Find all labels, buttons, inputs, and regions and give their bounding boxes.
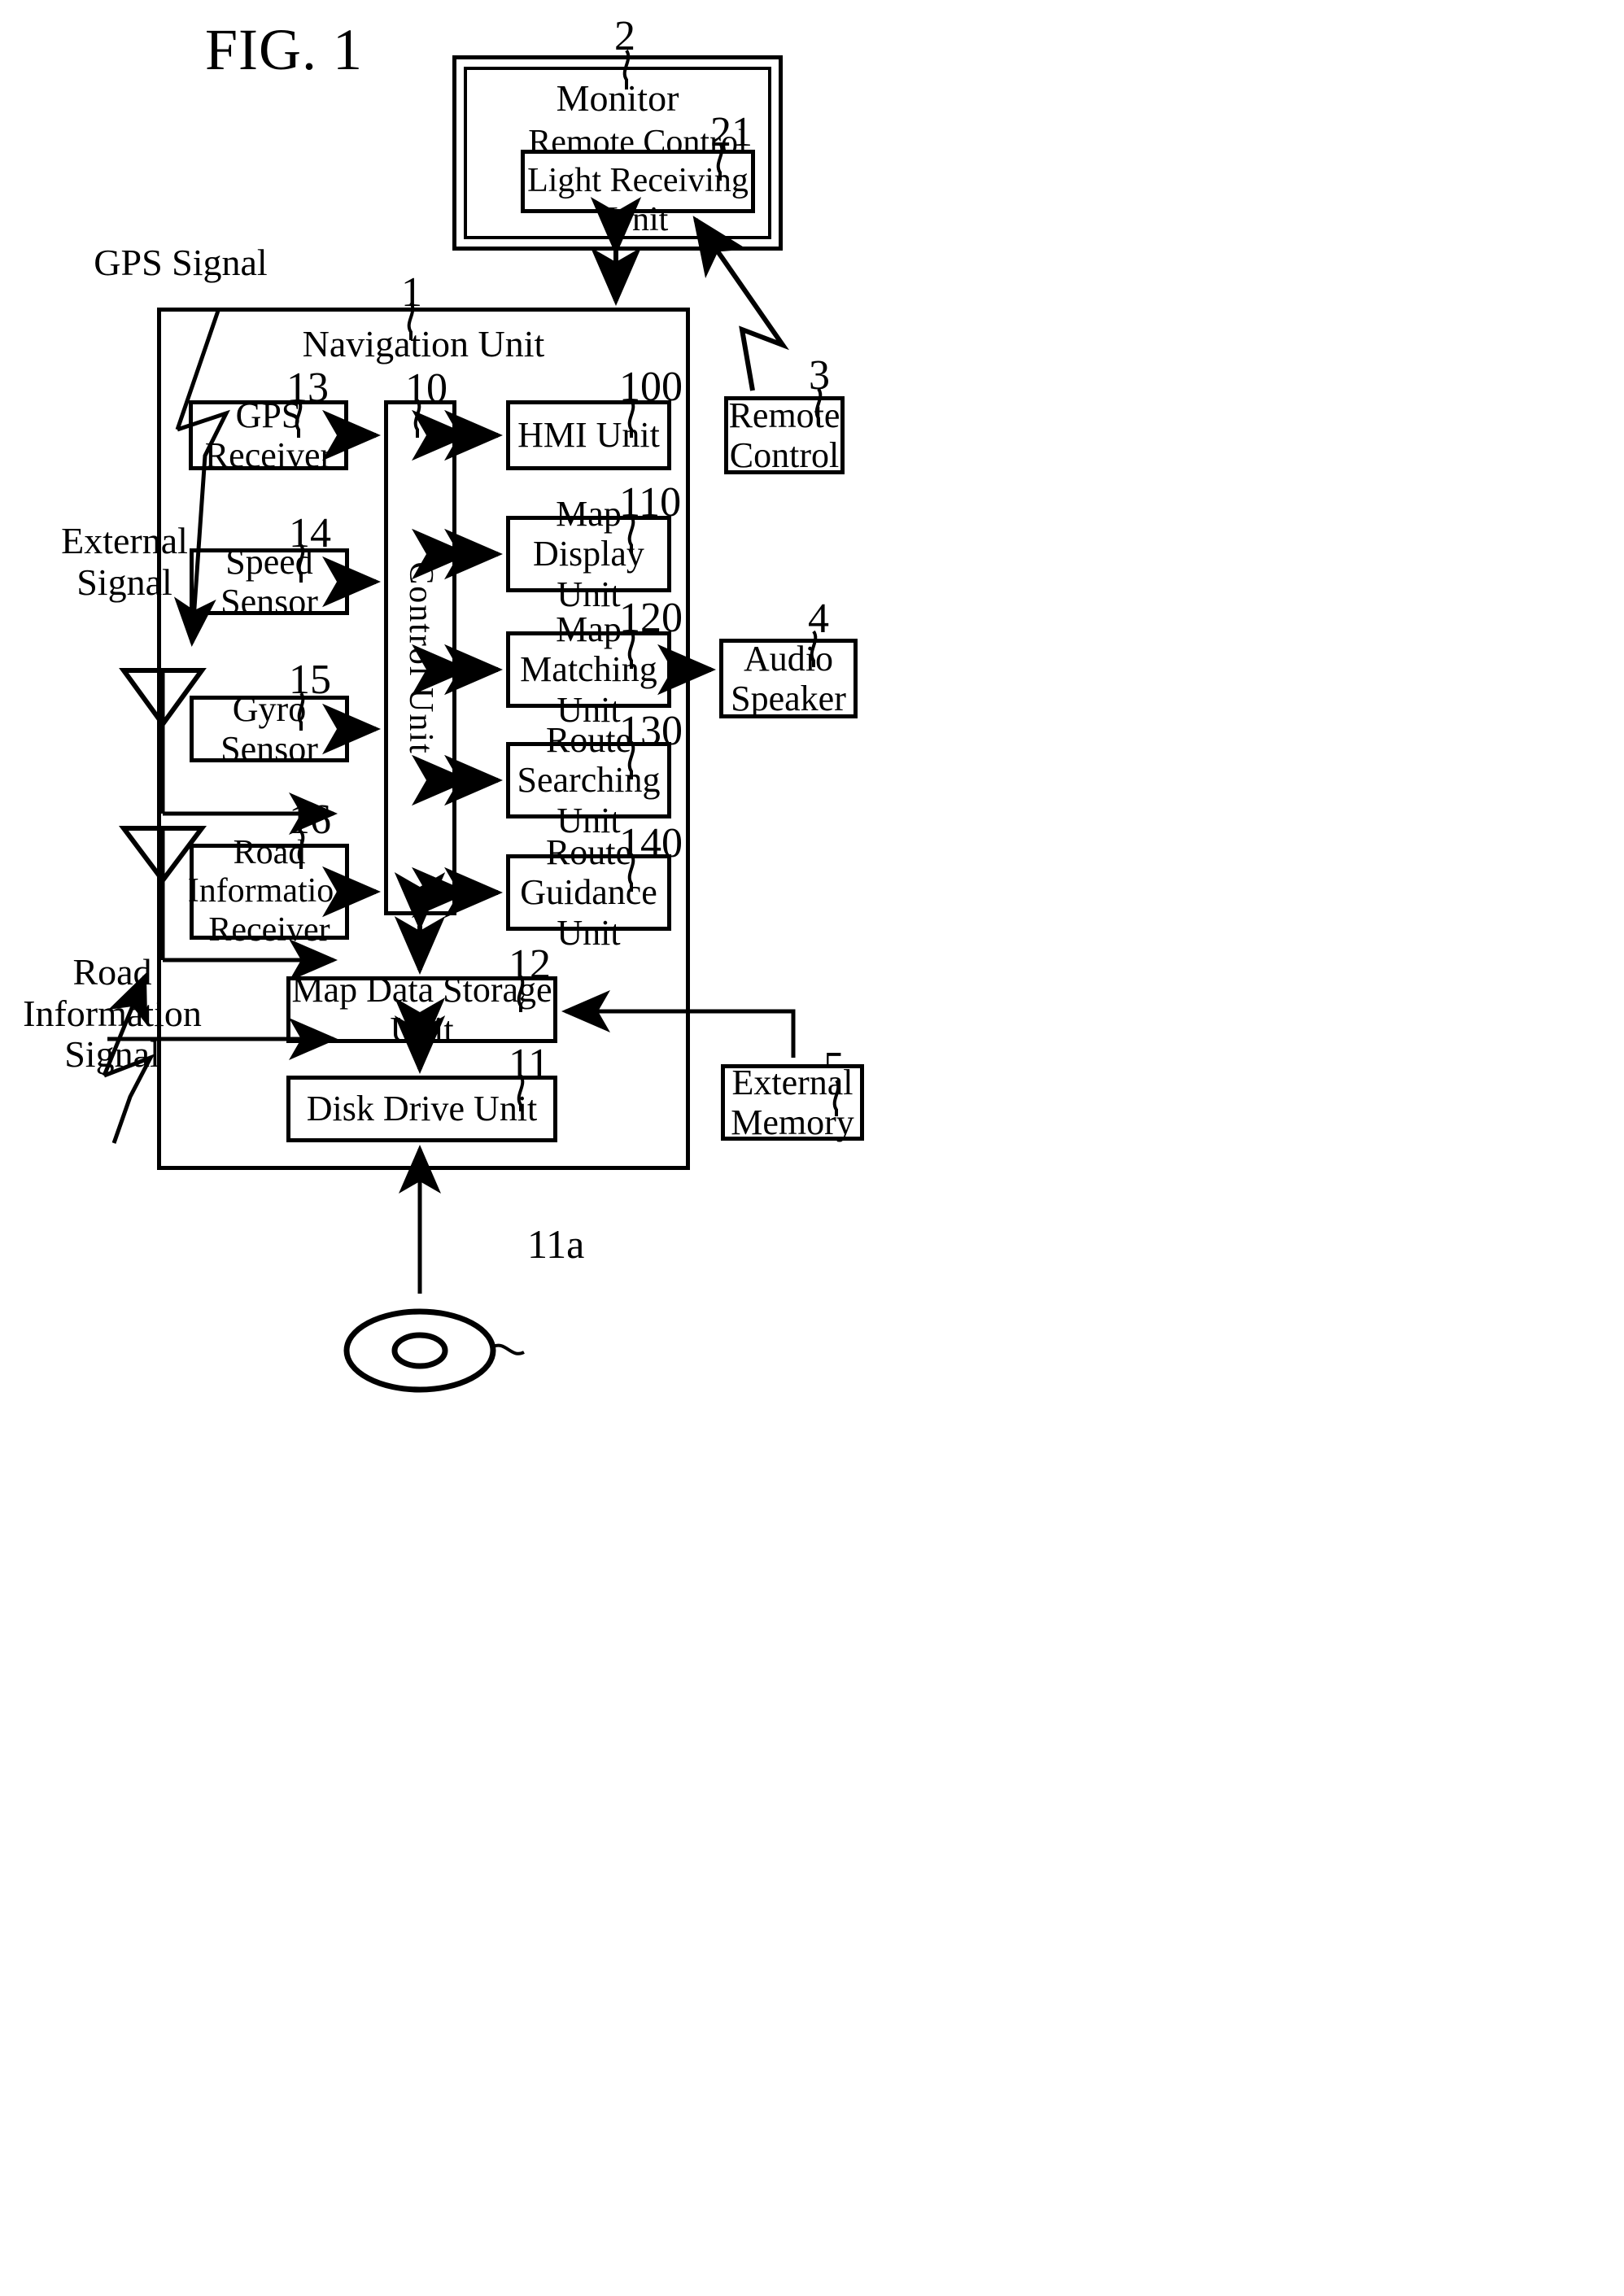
light-receiving-unit-line2: Light Receiving Unit	[527, 162, 749, 238]
disk-leader-line	[492, 1343, 525, 1355]
audio-speaker-line2: Speaker	[731, 679, 846, 718]
remote-control-line1: Remote	[728, 395, 840, 435]
map-display-unit-box: Map Display Unit	[506, 494, 671, 614]
ref-number-audio-speaker: 4	[808, 596, 829, 642]
gps-receiver-box: GPS Receiver	[189, 395, 348, 475]
map-data-storage-unit-box: Map Data Storage Unit	[286, 970, 557, 1050]
hmi-unit-label: HMI Unit	[517, 415, 660, 456]
figure-title: FIG. 1	[205, 17, 364, 82]
ref-number-disk: 11a	[527, 1221, 585, 1267]
control-unit-label: Control Unit	[401, 561, 439, 755]
remote-control-box: Remote Control	[724, 395, 845, 475]
road-information-receiver-box: Road Information Receiver	[187, 834, 351, 948]
hmi-unit-box: HMI Unit	[506, 400, 671, 470]
map-display-unit-line1: Map Display	[533, 494, 644, 574]
map-matching-unit-line1: Map	[556, 609, 622, 650]
speed-sensor-box: Speed Sensor	[190, 542, 349, 622]
road-information-receiver-line3: Receiver	[208, 910, 330, 949]
disk-drive-unit-box: Disk Drive Unit	[286, 1076, 557, 1142]
external-memory-line2: Memory	[731, 1102, 854, 1142]
light-receiving-unit-line1: Remote Control	[528, 124, 748, 162]
road-information-signal-label: Road Information Signal	[23, 951, 202, 1076]
speed-sensor-label: Speed Sensor	[220, 541, 318, 622]
map-matching-unit-box: Map Matching Unit	[506, 609, 671, 730]
route-guidance-unit-line1: Route	[545, 832, 632, 873]
map-data-storage-unit-label: Map Data Storage Unit	[291, 969, 552, 1050]
audio-speaker-line1: Audio	[744, 638, 833, 679]
ref-number-monitor: 2	[614, 13, 635, 59]
disk-icon	[343, 1308, 496, 1393]
remote-control-light-receiving-unit-box: Remote Control Light Receiving Unit	[521, 124, 755, 238]
gyro-sensor-label: Gyro Sensor	[220, 688, 318, 769]
gps-signal-label: GPS Signal	[94, 242, 268, 283]
patent-figure: FIG. 1 2 Monitor 21 Remote Control Light…	[0, 0, 1624, 2296]
gps-receiver-label: GPS Receiver	[204, 395, 333, 475]
ref-number-remote-control: 3	[809, 352, 830, 399]
remote-control-line2: Control	[729, 435, 840, 475]
route-searching-unit-box: Route Searching Unit	[506, 720, 671, 840]
navigation-unit-title: Navigation Unit	[302, 323, 545, 364]
route-searching-unit-line1: Route	[545, 720, 632, 761]
external-signal-label: External Signal	[61, 520, 188, 603]
external-memory-line1: External	[731, 1062, 853, 1102]
route-guidance-unit-box: Route Guidance Unit	[506, 832, 671, 953]
disk-drive-unit-label: Disk Drive Unit	[306, 1089, 538, 1129]
audio-speaker-box: Audio Speaker	[719, 639, 858, 718]
road-information-receiver-line2: Information	[187, 872, 351, 910]
external-memory-box: External Memory	[721, 1062, 864, 1142]
gyro-sensor-box: Gyro Sensor	[190, 689, 349, 769]
map-display-unit-line2: Unit	[557, 574, 621, 614]
road-information-receiver-line1: Road	[233, 834, 306, 872]
